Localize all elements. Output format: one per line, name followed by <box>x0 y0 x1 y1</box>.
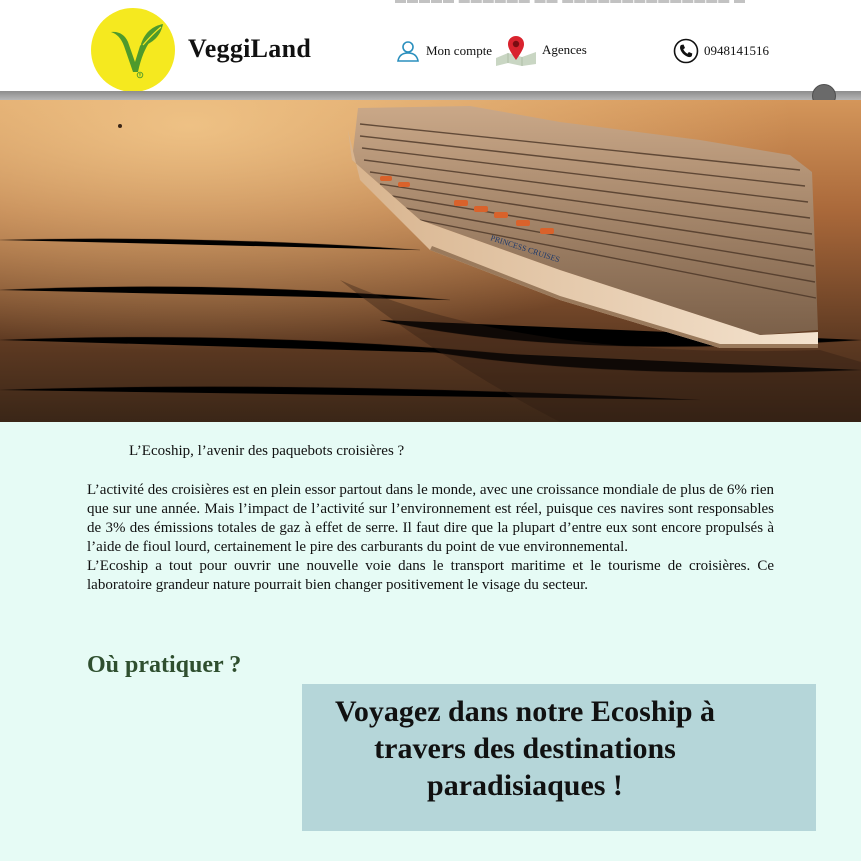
header-divider <box>0 91 861 100</box>
article-title: L’Ecoship, l’avenir des paquebots croisi… <box>129 443 405 459</box>
article-paragraph: L’activité des croisières est en plein e… <box>87 482 774 555</box>
user-icon <box>397 41 419 62</box>
brand-name[interactable]: VeggiLand <box>188 34 311 64</box>
site-header: ▬▬▬▬▬ ▬▬▬▬▬▬ ▬▬ ▬▬▬▬▬▬▬▬▬▬▬▬▬▬ ▬ R Veggi… <box>0 0 861 92</box>
hero-cruise-ship-image: PRINCESS CRUISES <box>0 100 861 422</box>
phone-icon <box>673 38 699 64</box>
page: ▬▬▬▬▬ ▬▬▬▬▬▬ ▬▬ ▬▬▬▬▬▬▬▬▬▬▬▬▬▬ ▬ R Veggi… <box>0 0 861 861</box>
account-label: Mon compte <box>426 43 493 58</box>
article-body: L’activité des croisières est en plein e… <box>87 481 774 595</box>
account-link[interactable]: Mon compte <box>396 37 492 65</box>
header-ghost-text: ▬▬▬▬▬ ▬▬▬▬▬▬ ▬▬ ▬▬▬▬▬▬▬▬▬▬▬▬▬▬ ▬ <box>395 0 755 4</box>
agences-label: Agences <box>542 42 587 57</box>
phone-number: 0948141516 <box>704 43 769 58</box>
promo-text: Voyagez dans notre Ecoship à travers des… <box>334 695 716 802</box>
map-pin-icon <box>496 36 536 66</box>
v-leaf-logo-icon: R <box>111 24 163 79</box>
cruise-ship-illustration: PRINCESS CRUISES <box>0 100 861 422</box>
agences-link[interactable]: Agences <box>494 34 587 66</box>
article-paragraph: L’Ecoship a tout pour ouvrir une nouvell… <box>87 558 774 593</box>
promo-box: Voyagez dans notre Ecoship à travers des… <box>302 684 816 831</box>
veggiland-logo[interactable]: R <box>91 8 175 92</box>
phone-link[interactable]: 0948141516 <box>673 37 769 65</box>
section-heading: Où pratiquer ? <box>87 652 242 678</box>
svg-text:R: R <box>139 73 142 78</box>
